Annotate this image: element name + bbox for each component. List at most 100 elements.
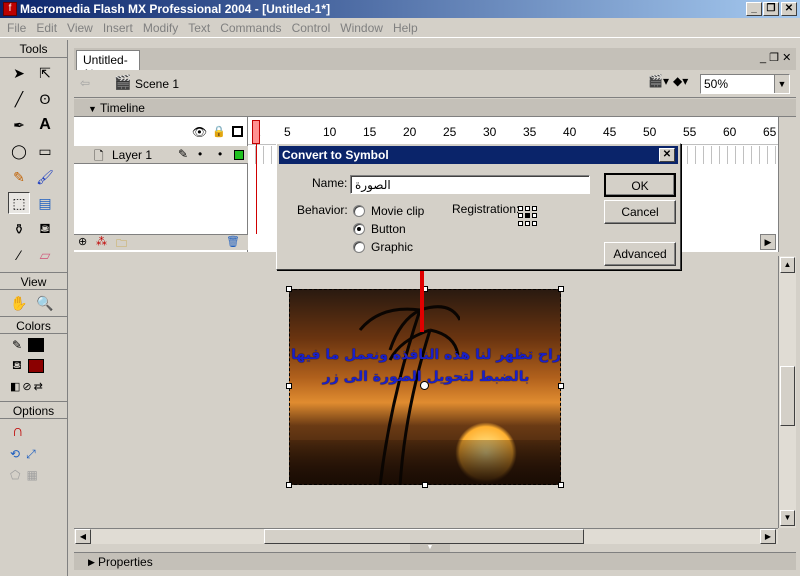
- registration-point[interactable]: [532, 213, 537, 219]
- menu-edit[interactable]: Edit: [31, 21, 62, 35]
- transform-handle[interactable]: [286, 286, 292, 292]
- registration-point[interactable]: [518, 213, 523, 219]
- doc-window-controls-icon[interactable]: _ ❐ ✕: [760, 51, 791, 64]
- timeline-scroll-right-icon[interactable]: ▶: [760, 234, 776, 250]
- registration-point[interactable]: [525, 220, 530, 226]
- registration-point[interactable]: [532, 220, 537, 226]
- rotate-skew-icon[interactable]: ⟲: [10, 447, 20, 462]
- arrow-tool-icon[interactable]: ➤: [8, 62, 30, 84]
- paint-bucket-tool-icon[interactable]: ⛾: [34, 218, 56, 240]
- registration-grid[interactable]: [518, 206, 538, 226]
- horizontal-scroll-thumb[interactable]: [264, 529, 584, 544]
- chevron-down-icon[interactable]: ▼: [774, 75, 789, 93]
- symbol-name-input[interactable]: الصورة: [350, 175, 590, 194]
- radio-graphic-circle[interactable]: [353, 241, 365, 253]
- visible-dot-icon[interactable]: •: [198, 147, 202, 161]
- vertical-scroll-thumb[interactable]: [780, 366, 795, 426]
- edit-scene-icon[interactable]: 🎬▾: [648, 74, 669, 88]
- stroke-color-swatch[interactable]: [28, 338, 45, 352]
- properties-panel-header[interactable]: ▶ Properties: [74, 552, 796, 570]
- minimize-button[interactable]: _: [746, 2, 762, 16]
- menu-window[interactable]: Window: [335, 21, 388, 35]
- eraser-tool-icon[interactable]: ▱: [34, 244, 56, 266]
- envelope-icon[interactable]: ▦: [26, 468, 37, 482]
- back-arrow-icon[interactable]: ⇦: [80, 76, 90, 90]
- collapse-arrow-icon[interactable]: ▼: [88, 104, 97, 114]
- ink-bottle-tool-icon[interactable]: ⚱: [8, 218, 30, 240]
- radio-movie-clip-circle[interactable]: [353, 205, 365, 217]
- lock-dot-icon[interactable]: •: [218, 147, 222, 161]
- radio-button-circle[interactable]: [353, 223, 365, 235]
- subselect-tool-icon[interactable]: ⇱: [34, 62, 56, 84]
- insert-layer-icon[interactable]: ⊕: [78, 235, 87, 248]
- fill-color-swatch[interactable]: [27, 359, 44, 373]
- close-button[interactable]: ✕: [781, 2, 797, 16]
- lock-icon[interactable]: 🔒: [212, 125, 226, 138]
- restore-button[interactable]: ❐: [763, 2, 779, 16]
- line-tool-icon[interactable]: ╱: [8, 88, 30, 110]
- transform-handle[interactable]: [422, 482, 428, 488]
- cancel-button[interactable]: Cancel: [604, 200, 676, 224]
- scroll-down-icon[interactable]: ▼: [780, 510, 795, 526]
- menu-file[interactable]: File: [2, 21, 31, 35]
- registration-point[interactable]: [525, 213, 530, 219]
- timeline-header[interactable]: ▼ Timeline: [74, 99, 796, 117]
- scale-icon[interactable]: ⤢: [26, 447, 36, 462]
- radio-button[interactable]: Button: [353, 222, 406, 236]
- dialog-title-bar[interactable]: Convert to Symbol ✕: [279, 146, 678, 164]
- radio-graphic[interactable]: Graphic: [353, 240, 413, 254]
- zoom-tool-icon[interactable]: 🔍: [34, 292, 56, 314]
- menu-commands[interactable]: Commands: [215, 21, 286, 35]
- brush-tool-icon[interactable]: 🖌: [34, 166, 56, 188]
- distort-icon[interactable]: ⬠: [10, 468, 20, 482]
- timeline-vscroll[interactable]: [778, 117, 796, 252]
- frame-ruler[interactable]: 1 5 10 15 20 25 30 35 40 45 50 55 60 65: [248, 117, 778, 145]
- dialog-close-icon[interactable]: ✕: [659, 148, 675, 162]
- expand-arrow-icon[interactable]: ▶: [88, 553, 95, 571]
- menu-insert[interactable]: Insert: [98, 21, 138, 35]
- layer-row[interactable]: 🗋 Layer 1 ✎ • •: [74, 146, 248, 164]
- rectangle-tool-icon[interactable]: ▭: [34, 140, 56, 162]
- pencil-tool-icon[interactable]: ✎: [8, 166, 30, 188]
- black-white-icon[interactable]: ◧: [10, 380, 20, 393]
- menu-text[interactable]: Text: [183, 21, 215, 35]
- lasso-tool-icon[interactable]: ʘ: [34, 88, 56, 110]
- menu-help[interactable]: Help: [388, 21, 423, 35]
- hand-tool-icon[interactable]: ✋: [8, 292, 30, 314]
- transform-handle[interactable]: [286, 482, 292, 488]
- free-transform-tool-icon[interactable]: ⬚: [8, 192, 30, 214]
- scroll-right-icon[interactable]: ▶: [760, 529, 776, 544]
- eyedropper-tool-icon[interactable]: ⁄: [8, 244, 30, 266]
- outline-icon[interactable]: [232, 126, 243, 137]
- fill-transform-tool-icon[interactable]: ▤: [34, 192, 56, 214]
- scroll-up-icon[interactable]: ▲: [780, 257, 795, 273]
- registration-point[interactable]: [525, 206, 530, 211]
- ok-button[interactable]: OK: [604, 173, 676, 197]
- add-motion-guide-icon[interactable]: ⁂: [96, 235, 107, 248]
- scroll-left-icon[interactable]: ◀: [75, 529, 91, 544]
- no-color-icon[interactable]: ⊘: [22, 380, 31, 393]
- document-tab[interactable]: Untitled-1*: [76, 50, 140, 81]
- registration-point[interactable]: [518, 220, 523, 226]
- pen-tool-icon[interactable]: ✒: [8, 114, 30, 136]
- edit-symbol-icon[interactable]: ◆▾: [673, 74, 688, 88]
- registration-point[interactable]: [518, 206, 523, 211]
- eye-icon[interactable]: 👁: [192, 125, 207, 139]
- snap-magnet-icon[interactable]: ∩: [0, 419, 67, 441]
- playhead[interactable]: [252, 120, 262, 235]
- menu-modify[interactable]: Modify: [138, 21, 183, 35]
- swap-colors-icon[interactable]: ⇄: [34, 380, 43, 393]
- transform-handle[interactable]: [558, 482, 564, 488]
- insert-folder-icon[interactable]: 🗀: [116, 235, 127, 254]
- registration-point[interactable]: [532, 206, 537, 211]
- advanced-button[interactable]: Advanced: [604, 242, 676, 266]
- transform-handle[interactable]: [558, 286, 564, 292]
- stage-horizontal-scrollbar[interactable]: ◀ ▶: [74, 528, 778, 544]
- flash-app-icon[interactable]: f: [3, 2, 17, 16]
- panel-collapse-icon[interactable]: ▼: [410, 544, 450, 552]
- stage-vertical-scrollbar[interactable]: ▲ ▼: [778, 256, 796, 528]
- zoom-select[interactable]: 50% ▼: [700, 74, 790, 94]
- radio-movie-clip[interactable]: Movie clip: [353, 204, 424, 218]
- trash-icon[interactable]: 🗑: [226, 235, 240, 248]
- text-tool-icon[interactable]: A: [34, 114, 56, 136]
